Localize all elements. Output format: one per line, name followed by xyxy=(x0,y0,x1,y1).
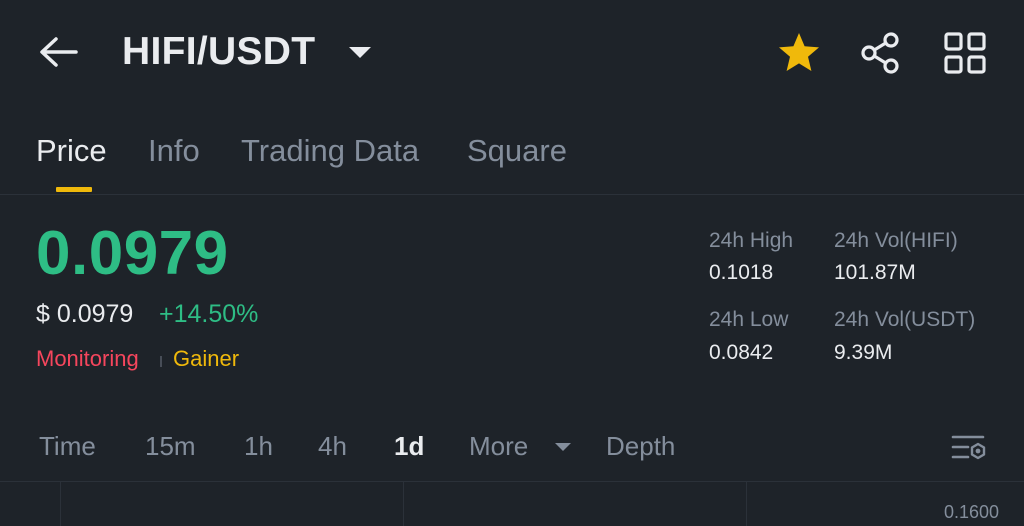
grid-apps-icon xyxy=(944,32,986,74)
tab-price[interactable]: Price xyxy=(36,133,107,169)
chart-grid-line xyxy=(60,482,61,526)
vol-base-label: 24h Vol(HIFI) xyxy=(834,229,958,252)
interval-1d[interactable]: 1d xyxy=(394,431,424,462)
star-icon xyxy=(779,33,819,71)
price-change-percent: +14.50% xyxy=(159,300,259,328)
more-dropdown[interactable] xyxy=(553,440,573,454)
chart-settings-icon xyxy=(951,435,986,460)
interval-more[interactable]: More xyxy=(469,431,528,462)
interval-4h[interactable]: 4h xyxy=(318,431,347,462)
depth-tab[interactable]: Depth xyxy=(606,431,675,462)
last-price: 0.0979 xyxy=(36,219,229,288)
pair-title[interactable]: HIFI/USDT xyxy=(122,30,315,74)
back-button[interactable] xyxy=(36,32,82,72)
chart-settings-button[interactable] xyxy=(948,430,988,466)
monitoring-tag[interactable]: Monitoring xyxy=(36,346,139,372)
price-axis-label: 0.1600 xyxy=(944,502,1000,522)
chart-grid-line xyxy=(403,482,404,526)
interval-bar: Time 15m 1h 4h 1d More Depth xyxy=(0,420,1024,476)
high-value: 0.1018 xyxy=(709,261,774,284)
vol-quote-label: 24h Vol(USDT) xyxy=(834,308,976,331)
chart-area[interactable]: 0.1600 xyxy=(0,481,1024,526)
high-label: 24h High xyxy=(709,229,794,252)
interval-1h[interactable]: 1h xyxy=(244,431,273,462)
share-icon xyxy=(861,32,899,74)
favorite-button[interactable] xyxy=(776,30,822,76)
chart-grid-line xyxy=(746,482,747,526)
caret-down-icon xyxy=(349,47,371,58)
more-apps-button[interactable] xyxy=(940,30,990,76)
divider xyxy=(0,194,1024,195)
tab-trading-data[interactable]: Trading Data xyxy=(241,133,419,169)
active-tab-indicator xyxy=(56,187,92,192)
caret-down-icon xyxy=(555,443,571,451)
share-button[interactable] xyxy=(858,30,904,76)
top-bar: HIFI/USDT xyxy=(0,0,1024,110)
vol-base-value: 101.87M xyxy=(834,261,916,284)
low-label: 24h Low xyxy=(709,308,789,331)
tab-info[interactable]: Info xyxy=(148,133,200,169)
pair-selector-button[interactable] xyxy=(345,40,375,64)
interval-15m[interactable]: 15m xyxy=(145,431,196,462)
low-value: 0.0842 xyxy=(709,341,774,364)
usd-price: $ 0.0979 xyxy=(36,300,134,328)
section-tabs: Price Info Trading Data Square xyxy=(0,125,1024,195)
vol-quote-value: 9.39M xyxy=(834,341,893,364)
tag-separator xyxy=(160,356,162,367)
tab-square[interactable]: Square xyxy=(467,133,567,169)
interval-time[interactable]: Time xyxy=(39,431,96,462)
gainer-tag[interactable]: Gainer xyxy=(173,346,239,372)
arrow-left-icon xyxy=(40,37,78,67)
